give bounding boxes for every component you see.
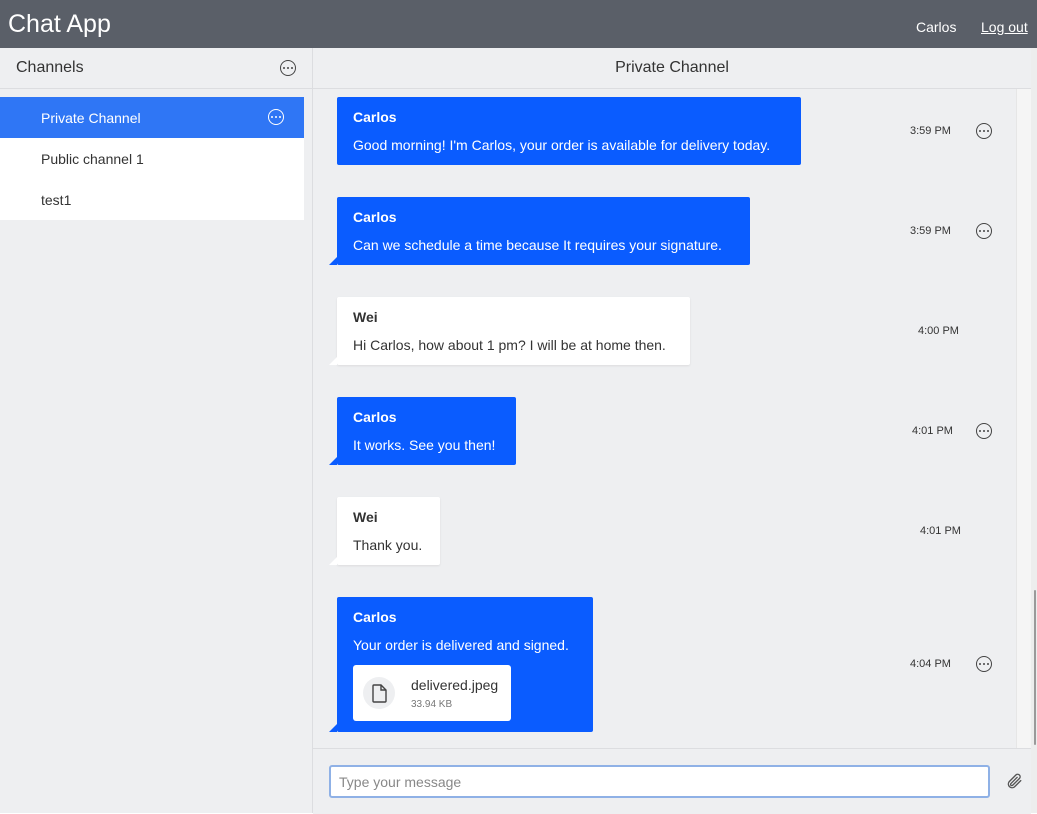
bubble-tail (329, 557, 337, 565)
message-text: Your order is delivered and signed. (353, 637, 569, 653)
message-options-icon[interactable] (976, 423, 992, 439)
bubble-tail (329, 357, 337, 365)
message-time: 4:01 PM (920, 525, 961, 537)
message-bubble: Carlos Can we schedule a time because It… (329, 197, 750, 265)
message-sender: Wei (353, 509, 378, 525)
message-sender: Carlos (353, 409, 397, 425)
user-name: Carlos (916, 19, 957, 35)
message-options-icon[interactable] (976, 223, 992, 239)
channel-list: Private Channel Public channel 1 test1 (0, 97, 304, 220)
logout-link[interactable]: Log out (981, 19, 1028, 35)
message-text: Hi Carlos, how about 1 pm? I will be at … (353, 337, 666, 353)
message-text: Can we schedule a time because It requir… (353, 237, 722, 253)
channel-options-icon[interactable] (268, 109, 284, 125)
chat-title: Private Channel (615, 59, 729, 76)
message-time: 4:04 PM (910, 658, 951, 670)
message-bubble: Wei Hi Carlos, how about 1 pm? I will be… (329, 297, 690, 365)
message-text: Good morning! I'm Carlos, your order is … (353, 137, 771, 153)
channels-options-icon[interactable] (280, 60, 296, 76)
channel-item-private-channel[interactable]: Private Channel (0, 97, 304, 138)
chat-header: Private Channel (313, 48, 1031, 89)
message-input[interactable] (329, 765, 990, 798)
channel-item-test1[interactable]: test1 (0, 179, 304, 220)
message-bubble: Wei Thank you. (329, 497, 440, 565)
message-bubble: Carlos Good morning! I'm Carlos, your or… (337, 97, 801, 165)
message-time: 4:00 PM (918, 325, 959, 337)
app-title: Chat App (8, 10, 111, 38)
bubble-tail (329, 257, 337, 265)
message-text: It works. See you then! (353, 437, 496, 453)
file-icon (363, 677, 395, 709)
attachment-size: 33.94 KB (411, 699, 453, 710)
message-sender: Carlos (353, 109, 397, 125)
message-options-icon[interactable] (976, 123, 992, 139)
page-scrollbar-thumb[interactable] (1034, 590, 1036, 745)
channels-sidebar: Channels Private Channel Public channel … (0, 48, 313, 813)
message-sender: Wei (353, 309, 378, 325)
channel-label: test1 (41, 192, 72, 208)
sidebar-header: Channels (0, 48, 312, 89)
attachment-card[interactable]: delivered.jpeg 33.94 KB (353, 665, 511, 721)
messages-scrollbar[interactable] (1016, 89, 1032, 748)
bubble-tail (329, 457, 337, 465)
top-bar: Chat App Carlos Log out (0, 0, 1037, 48)
bubble-tail (329, 724, 337, 732)
message-text: Thank you. (353, 537, 423, 553)
channel-item-public-channel-1[interactable]: Public channel 1 (0, 138, 304, 179)
channel-label: Public channel 1 (41, 151, 144, 167)
attachment-name: delivered.jpeg (411, 677, 499, 693)
sidebar-title: Channels (16, 59, 84, 76)
message-time: 3:59 PM (910, 125, 951, 137)
message-bubble: Carlos It works. See you then! (329, 397, 516, 465)
message-sender: Carlos (353, 209, 397, 225)
message-sender: Carlos (353, 609, 397, 625)
message-time: 3:59 PM (910, 225, 951, 237)
message-bubble: Carlos Your order is delivered and signe… (329, 597, 593, 732)
channel-label: Private Channel (41, 110, 141, 126)
message-time: 4:01 PM (912, 425, 953, 437)
message-options-icon[interactable] (976, 656, 992, 672)
paperclip-icon[interactable] (1005, 772, 1023, 790)
